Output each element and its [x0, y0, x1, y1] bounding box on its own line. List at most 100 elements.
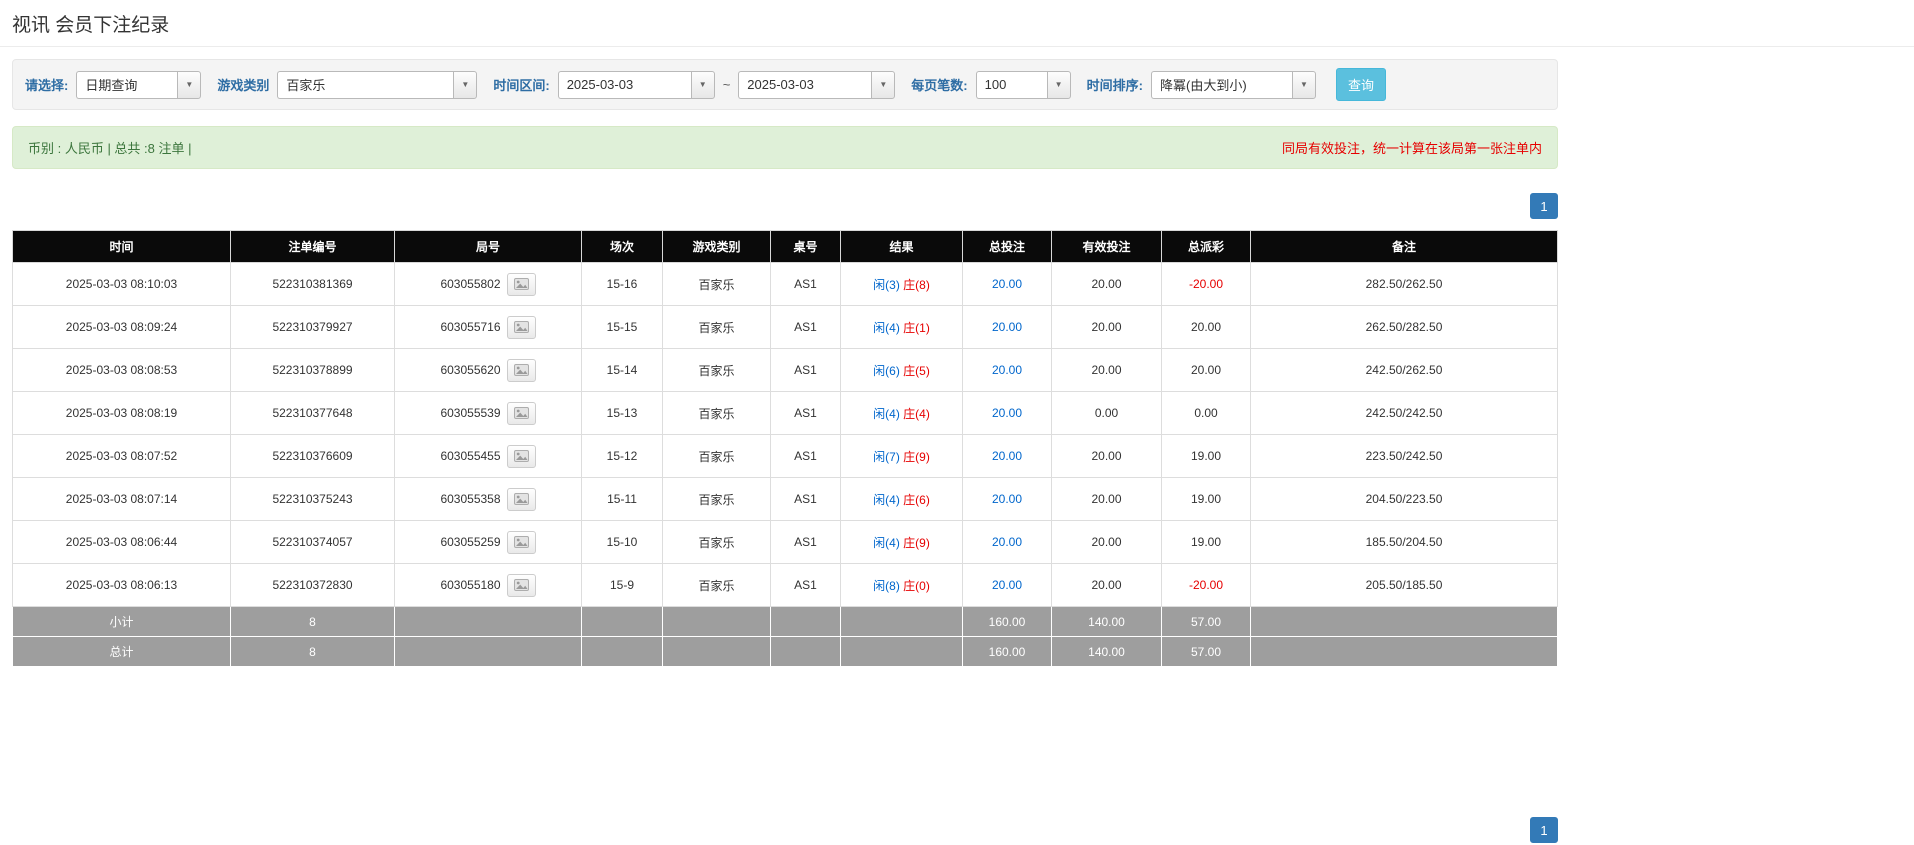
- cell-table-no: AS1: [770, 391, 841, 435]
- cell-total-bet[interactable]: 20.00: [962, 563, 1052, 607]
- cell-remark: 282.50/262.50: [1250, 262, 1558, 306]
- cell-bet-id: 522310376609: [230, 434, 395, 478]
- cell-result: 闲(4) 庄(1): [840, 305, 963, 349]
- page-title: 视讯 会员下注纪录: [12, 15, 170, 36]
- game-type-dropdown-button[interactable]: ▼: [453, 70, 478, 99]
- date-to-dropdown-button[interactable]: ▼: [871, 70, 896, 99]
- cell-game-type: 百家乐: [662, 348, 771, 392]
- video-replay-button[interactable]: [506, 530, 536, 554]
- query-type-input[interactable]: [76, 70, 178, 99]
- video-replay-button[interactable]: [506, 358, 536, 382]
- cell-time: 2025-03-03 08:08:53: [12, 348, 231, 392]
- page-header: 视讯 会员下注纪录: [0, 0, 1914, 47]
- table-row: 2025-03-03 08:06:44 522310374057 6030552…: [12, 520, 1558, 564]
- result-player: 闲(3): [873, 277, 900, 292]
- cell-result: 闲(7) 庄(9): [840, 434, 963, 478]
- date-from-input[interactable]: [557, 70, 691, 99]
- video-icon: [513, 321, 529, 333]
- video-replay-button[interactable]: [506, 444, 536, 468]
- page-1-button[interactable]: 1: [1530, 193, 1558, 219]
- cell-total-bet[interactable]: 20.00: [962, 520, 1052, 564]
- column-header-round: 局号: [394, 230, 582, 263]
- summary-notice-text: 同局有效投注，统一计算在该局第一张注单内: [1281, 141, 1542, 156]
- video-replay-button[interactable]: [506, 315, 536, 339]
- subtotal-total-bet: 160.00: [962, 606, 1052, 637]
- cell-total-bet[interactable]: 20.00: [962, 348, 1052, 392]
- round-id-text: 603055180: [440, 578, 501, 592]
- page-size-label: 每页笔数:: [911, 78, 968, 93]
- result-banker: 庄(5): [903, 363, 930, 378]
- cell-table-no: AS1: [770, 305, 841, 349]
- cell-bet-id: 522310377648: [230, 391, 395, 435]
- cell-total-bet[interactable]: 20.00: [962, 391, 1052, 435]
- time-sort-dropdown-button[interactable]: ▼: [1291, 70, 1316, 99]
- cell-payout: 20.00: [1161, 305, 1251, 349]
- date-from-combobox: ▼: [557, 70, 715, 99]
- date-range-separator: ~: [722, 77, 731, 92]
- total-valid-bet: 140.00: [1051, 636, 1162, 667]
- game-type-input[interactable]: [277, 70, 454, 99]
- video-replay-button[interactable]: [506, 272, 536, 296]
- page-size-input[interactable]: [975, 70, 1047, 99]
- cell-result: 闲(4) 庄(9): [840, 520, 963, 564]
- cell-result: 闲(4) 庄(4): [840, 391, 963, 435]
- date-to-combobox: ▼: [738, 70, 896, 99]
- cell-total-bet[interactable]: 20.00: [962, 305, 1052, 349]
- cell-session: 15-11: [581, 477, 663, 521]
- column-header-game-type: 游戏类别: [662, 230, 771, 263]
- query-type-dropdown-button[interactable]: ▼: [177, 70, 202, 99]
- cell-round: 603055716: [394, 305, 582, 349]
- cell-payout: 19.00: [1161, 477, 1251, 521]
- query-type-combobox: ▼: [76, 70, 202, 99]
- cell-payout: 0.00: [1161, 391, 1251, 435]
- search-button[interactable]: 查询: [1335, 68, 1386, 101]
- table-row: 2025-03-03 08:07:14 522310375243 6030553…: [12, 477, 1558, 521]
- page-1-button[interactable]: 1: [1530, 817, 1558, 843]
- result-player: 闲(4): [873, 406, 900, 421]
- subtotal-label: 小计: [12, 606, 231, 637]
- cell-game-type: 百家乐: [662, 305, 771, 349]
- result-banker: 庄(1): [903, 320, 930, 335]
- subtotal-row: 小计 8 160.00 140.00 57.00: [12, 606, 1558, 637]
- result-player: 闲(7): [873, 449, 900, 464]
- cell-time: 2025-03-03 08:06:13: [12, 563, 231, 607]
- table-row: 2025-03-03 08:10:03 522310381369 6030558…: [12, 262, 1558, 306]
- cell-time: 2025-03-03 08:06:44: [12, 520, 231, 564]
- date-from-dropdown-button[interactable]: ▼: [690, 70, 715, 99]
- cell-valid-bet: 20.00: [1051, 434, 1162, 478]
- video-replay-button[interactable]: [506, 401, 536, 425]
- table-body: 2025-03-03 08:10:03 522310381369 6030558…: [12, 262, 1558, 607]
- cell-table-no: AS1: [770, 434, 841, 478]
- total-row: 总计 8 160.00 140.00 57.00: [12, 636, 1558, 667]
- date-range-label: 时间区间:: [493, 78, 550, 93]
- cell-table-no: AS1: [770, 520, 841, 564]
- total-total-bet: 160.00: [962, 636, 1052, 667]
- cell-total-bet[interactable]: 20.00: [962, 477, 1052, 521]
- cell-total-bet[interactable]: 20.00: [962, 262, 1052, 306]
- cell-valid-bet: 20.00: [1051, 520, 1162, 564]
- cell-total-bet[interactable]: 20.00: [962, 434, 1052, 478]
- video-icon: [513, 579, 529, 591]
- game-type-combobox: ▼: [277, 70, 478, 99]
- time-sort-input[interactable]: [1150, 70, 1292, 99]
- video-icon: [513, 450, 529, 462]
- video-icon: [513, 536, 529, 548]
- cell-table-no: AS1: [770, 477, 841, 521]
- column-header-result: 结果: [840, 230, 963, 263]
- date-to-input[interactable]: [738, 70, 872, 99]
- table-header-row: 时间 注单编号 局号 场次 游戏类别 桌号 结果 总投注 有效投注 总派彩 备注: [12, 230, 1558, 263]
- video-replay-button[interactable]: [506, 487, 536, 511]
- column-header-time: 时间: [12, 230, 231, 263]
- chevron-down-icon: ▼: [461, 80, 470, 89]
- cell-session: 15-14: [581, 348, 663, 392]
- video-replay-button[interactable]: [506, 573, 536, 597]
- cell-game-type: 百家乐: [662, 434, 771, 478]
- page-size-dropdown-button[interactable]: ▼: [1046, 70, 1071, 99]
- table-row: 2025-03-03 08:06:13 522310372830 6030551…: [12, 563, 1558, 607]
- result-player: 闲(8): [873, 578, 900, 593]
- total-payout: 57.00: [1161, 636, 1251, 667]
- cell-payout: -20.00: [1161, 262, 1251, 306]
- result-player: 闲(4): [873, 492, 900, 507]
- column-header-bet-id: 注单编号: [230, 230, 395, 263]
- cell-remark: 204.50/223.50: [1250, 477, 1558, 521]
